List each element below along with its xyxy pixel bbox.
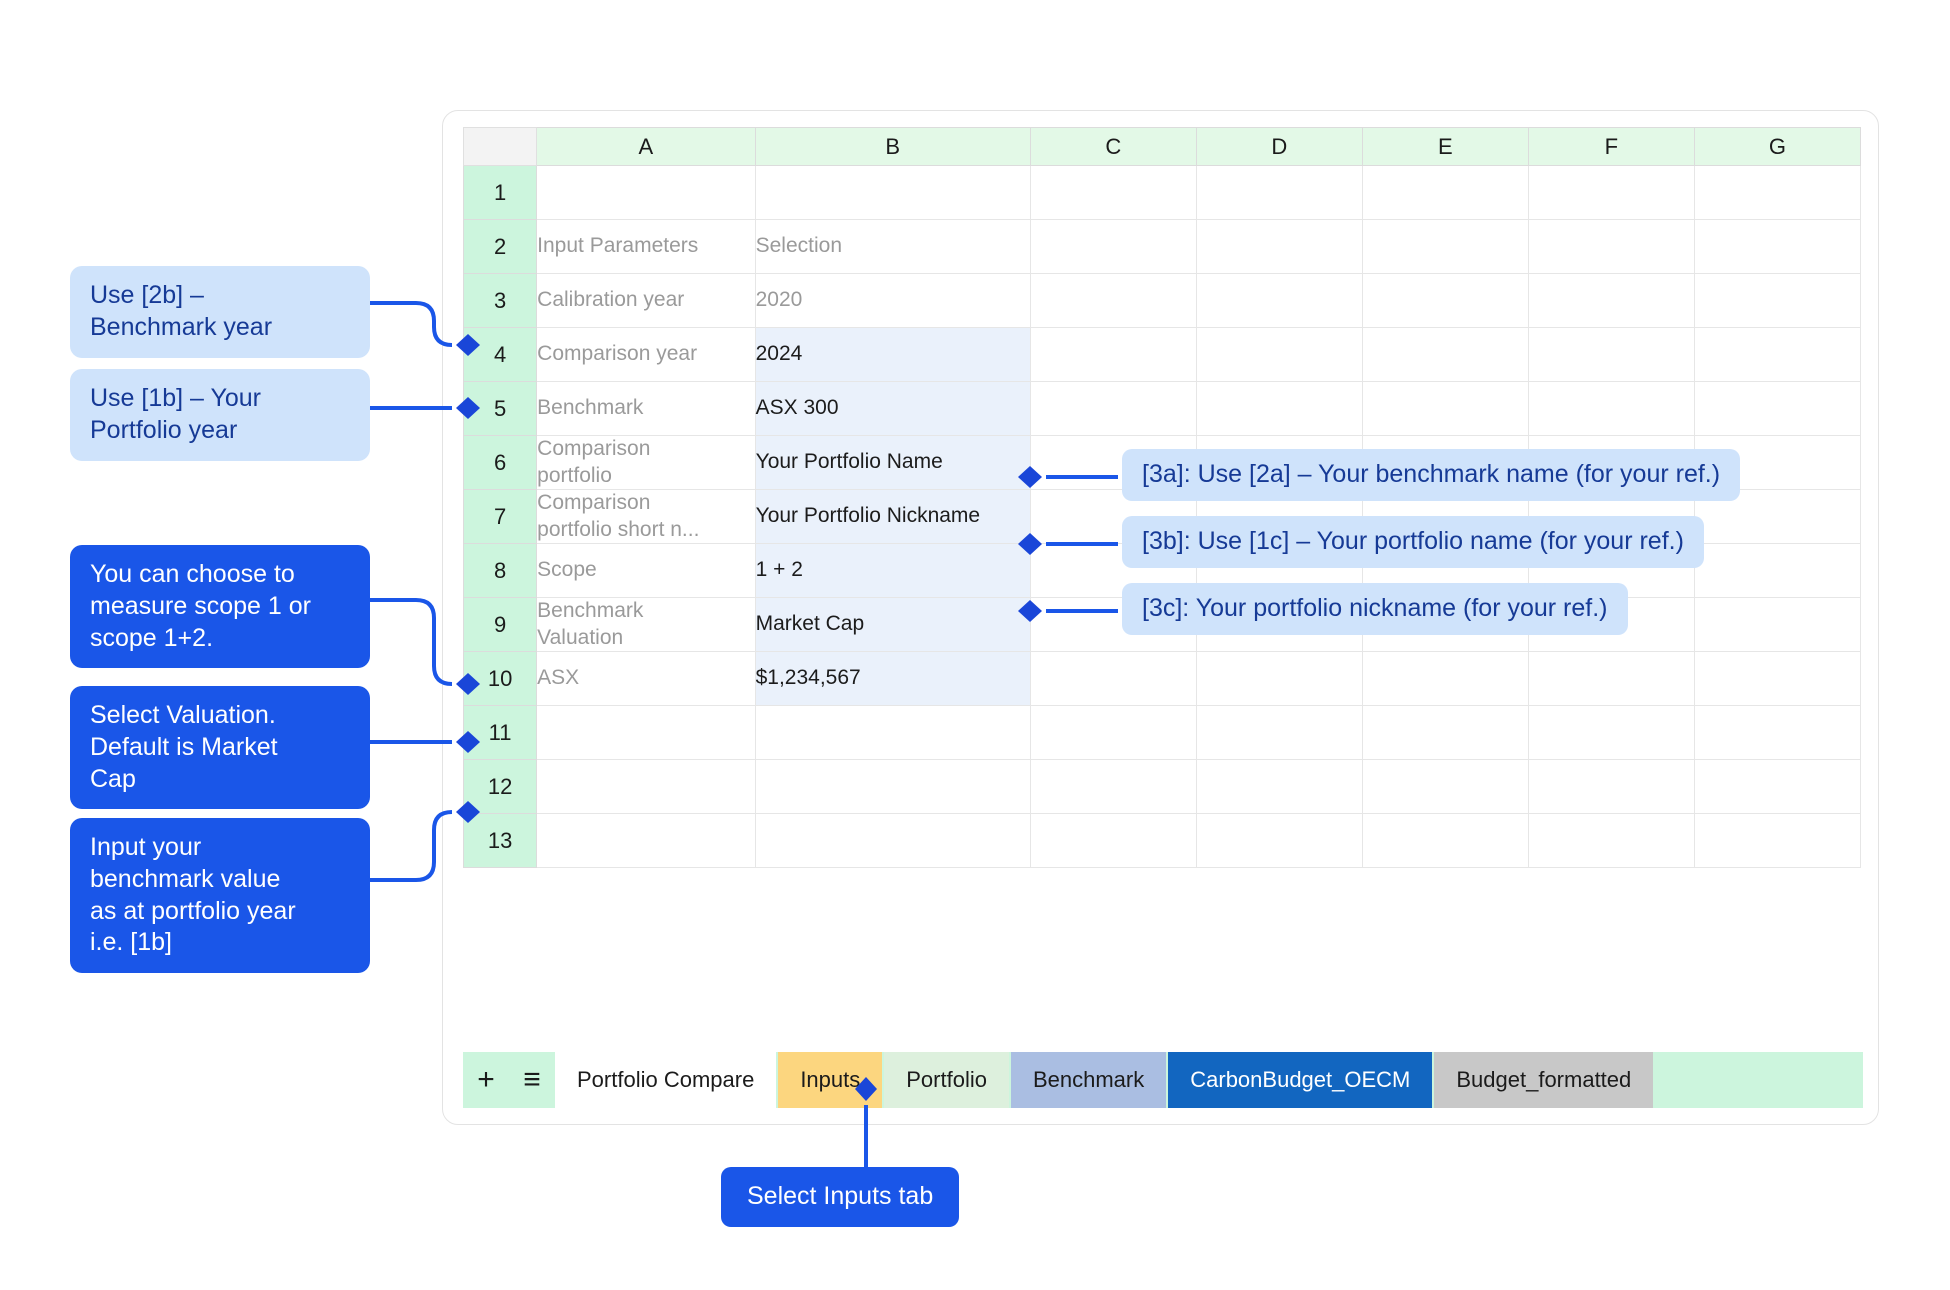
screenshot-canvas: A B C D E F G 1 2 Input Parameters Selec…: [0, 0, 1950, 1290]
callout-connectors: [370, 301, 1118, 1167]
